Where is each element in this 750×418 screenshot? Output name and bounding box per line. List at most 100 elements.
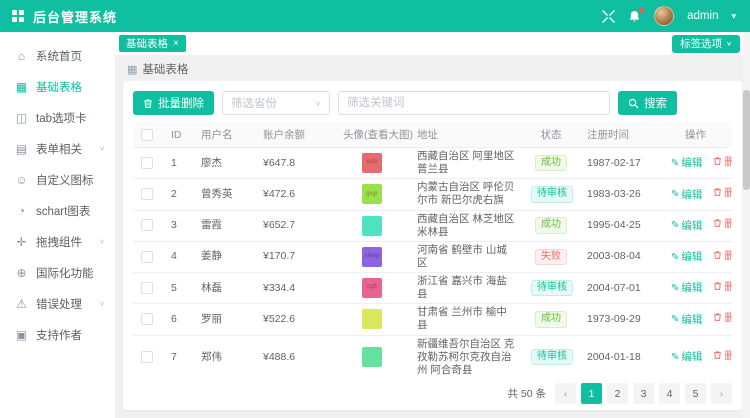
cell-register-date: 2004-07-01 xyxy=(579,273,659,304)
page-button-4[interactable]: 4 xyxy=(659,383,680,404)
cell-id: 1 xyxy=(163,148,193,179)
sidebar-item-i18n[interactable]: ⊕ 国际化功能 xyxy=(0,257,115,288)
row-checkbox[interactable] xyxy=(141,251,153,263)
avatar-thumbnail[interactable] xyxy=(362,347,382,367)
cell-username: 郑伟 xyxy=(193,335,255,377)
search-button[interactable]: 搜索 xyxy=(618,91,677,115)
user-avatar[interactable] xyxy=(654,6,674,26)
donate-icon: ▣ xyxy=(14,328,29,342)
sidebar-item-basic-table[interactable]: ▦ 基础表格 xyxy=(0,71,115,102)
cell-address: 西藏自治区 阿里地区 普兰县 xyxy=(409,148,523,179)
page-button-2[interactable]: 2 xyxy=(607,383,628,404)
page-button-3[interactable]: 3 xyxy=(633,383,654,404)
keyword-input[interactable] xyxy=(338,91,610,115)
status-badge: 待审核 xyxy=(531,280,573,297)
edit-button[interactable]: ✎编辑 xyxy=(671,251,702,264)
cell-id: 3 xyxy=(163,210,193,241)
row-checkbox[interactable] xyxy=(141,219,153,231)
fullscreen-icon[interactable] xyxy=(602,10,615,23)
user-menu-caret-icon[interactable]: ▾ xyxy=(731,11,736,22)
tab-basic-table[interactable]: 基础表格 × xyxy=(119,35,186,52)
cell-id: 7 xyxy=(163,335,193,377)
cell-username: 林磊 xyxy=(193,273,255,304)
row-checkbox[interactable] xyxy=(141,351,153,363)
delete-button[interactable]: 删除 xyxy=(713,281,732,294)
edit-button[interactable]: ✎编辑 xyxy=(671,189,702,202)
delete-button[interactable]: 删除 xyxy=(713,156,732,169)
avatar-thumbnail[interactable] xyxy=(362,309,382,329)
breadcrumb: ▦ 基础表格 xyxy=(127,61,742,77)
prev-page-button[interactable]: ‹ xyxy=(555,383,576,404)
app-window: 后台管理系统 admin ▾ ⌂ 系统首页 ▦ 基础表格 ◫ tab选项卡 xyxy=(0,0,750,418)
table-wrap: ID用户名账户余额头像(查看大图)地址状态注册时间操作 1 廖杰 ¥647.8 … xyxy=(133,122,732,377)
trash-icon xyxy=(713,187,722,200)
edit-button[interactable]: ✎编辑 xyxy=(671,314,702,327)
app-title: 后台管理系统 xyxy=(33,7,117,26)
avatar-thumbnail[interactable]: gxgr xyxy=(362,184,382,204)
edit-button[interactable]: ✎编辑 xyxy=(671,157,702,170)
edit-pencil-icon: ✎ xyxy=(671,284,679,294)
chevron-down-icon: ∨ xyxy=(99,238,105,245)
row-checkbox[interactable] xyxy=(141,188,153,200)
notifications-bell-icon[interactable] xyxy=(628,10,641,23)
trash-icon xyxy=(713,281,722,294)
delete-button[interactable]: 删除 xyxy=(713,350,732,363)
edit-pencil-icon: ✎ xyxy=(671,190,679,200)
cell-id: 2 xyxy=(163,179,193,210)
avatar-thumbnail[interactable] xyxy=(362,216,382,236)
cell-address: 内蒙古自治区 呼伦贝尔市 新巴尔虎右旗 xyxy=(409,179,523,210)
column-header-2: 账户余额 xyxy=(255,122,335,148)
edit-pencil-icon: ✎ xyxy=(671,159,679,169)
status-badge: 待审核 xyxy=(531,186,573,203)
select-all-checkbox[interactable] xyxy=(141,129,153,141)
sidebar-item-error[interactable]: ⚠ 错误处理 ∨ xyxy=(0,288,115,319)
home-icon: ⌂ xyxy=(14,49,29,63)
sidebar-item-custom-icons[interactable]: ☺ 自定义图标 xyxy=(0,164,115,195)
next-page-button[interactable]: › xyxy=(711,383,732,404)
delete-button[interactable]: 删除 xyxy=(713,250,732,263)
scrollbar-track[interactable] xyxy=(743,32,750,418)
cell-address: 西藏自治区 林芝地区 米林县 xyxy=(409,210,523,241)
delete-button[interactable]: 删除 xyxy=(713,218,732,231)
tabs-icon: ◫ xyxy=(14,111,29,125)
scrollbar-thumb[interactable] xyxy=(743,90,750,190)
content-area: ▦ 基础表格 批量删除 筛选省份 ∨ xyxy=(115,55,750,418)
row-checkbox[interactable] xyxy=(141,313,153,325)
delete-button[interactable]: 删除 xyxy=(713,312,732,325)
sidebar-item-form[interactable]: ▤ 表单相关 ∨ xyxy=(0,133,115,164)
page-button-1[interactable]: 1 xyxy=(581,383,602,404)
delete-button[interactable]: 删除 xyxy=(713,187,732,200)
cell-register-date: 2003-08-04 xyxy=(579,241,659,272)
sidebar-menu: ⌂ 系统首页 ▦ 基础表格 ◫ tab选项卡 ▤ 表单相关 ∨ ☺ 自定义图标 … xyxy=(0,40,115,350)
edit-button[interactable]: ✎编辑 xyxy=(671,351,702,364)
row-checkbox[interactable] xyxy=(141,282,153,294)
table-row: 3 雷霞 ¥652.7 西藏自治区 林芝地区 米林县 成功 1995-04-25… xyxy=(133,210,732,241)
sidebar-item-schart[interactable]: ◔ schart图表 xyxy=(0,195,115,226)
tab-close-icon[interactable]: × xyxy=(173,39,179,49)
column-header-3: 头像(查看大图) xyxy=(335,122,409,148)
tag-options-button[interactable]: 标签选项 ∨ xyxy=(672,35,740,53)
province-select[interactable]: 筛选省份 ∨ xyxy=(222,91,330,115)
trash-icon xyxy=(713,250,722,263)
trash-icon xyxy=(713,218,722,231)
sidebar-item-home[interactable]: ⌂ 系统首页 xyxy=(0,40,115,71)
avatar-thumbnail[interactable]: ectx xyxy=(362,153,382,173)
avatar-thumbnail[interactable]: sfeap xyxy=(362,247,382,267)
table-card: 批量删除 筛选省份 ∨ 搜索 xyxy=(123,81,742,410)
username[interactable]: admin xyxy=(687,10,718,22)
edit-button[interactable]: ✎编辑 xyxy=(671,282,702,295)
sidebar-item-tabs[interactable]: ◫ tab选项卡 xyxy=(0,102,115,133)
avatar-thumbnail[interactable]: cqft xyxy=(362,278,382,298)
status-badge: 失败 xyxy=(535,249,567,266)
edit-button[interactable]: ✎编辑 xyxy=(671,220,702,233)
batch-delete-button[interactable]: 批量删除 xyxy=(133,91,214,115)
cell-address: 甘肃省 兰州市 榆中县 xyxy=(409,304,523,335)
cell-username: 雷霞 xyxy=(193,210,255,241)
main-area: 基础表格 × 标签选项 ∨ ▦ 基础表格 xyxy=(115,32,750,418)
sidebar-item-donate[interactable]: ▣ 支持作者 xyxy=(0,319,115,350)
sidebar-item-drag[interactable]: ✛ 拖拽组件 ∨ xyxy=(0,226,115,257)
page-button-5[interactable]: 5 xyxy=(685,383,706,404)
row-checkbox[interactable] xyxy=(141,157,153,169)
warning-icon: ⚠ xyxy=(14,297,29,311)
column-header-0: ID xyxy=(163,122,193,148)
